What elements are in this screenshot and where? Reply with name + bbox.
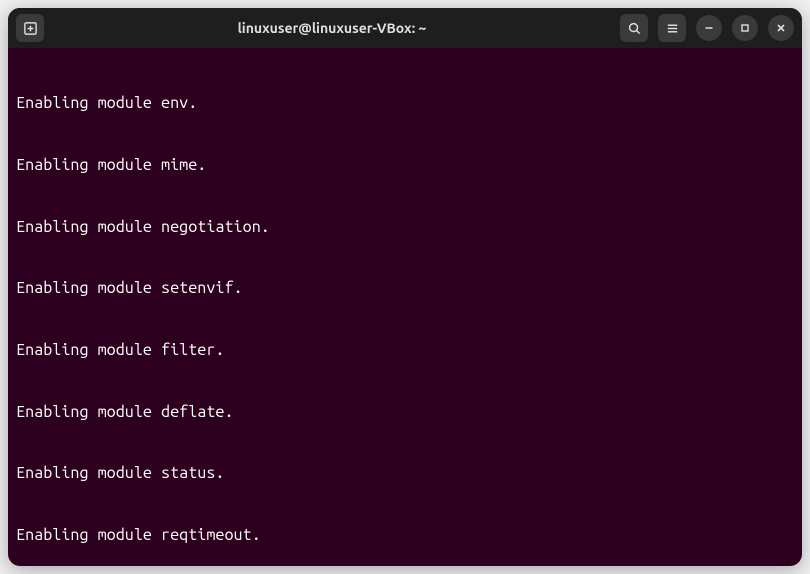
terminal-line: Enabling module deflate. <box>16 402 794 423</box>
terminal-line: Enabling module mime. <box>16 155 794 176</box>
new-tab-button[interactable] <box>16 14 44 42</box>
terminal-line: Enabling module negotiation. <box>16 217 794 238</box>
terminal-line: Enabling module filter. <box>16 340 794 361</box>
minimize-button[interactable] <box>696 15 722 41</box>
terminal-window: linuxuser@linuxuser-VBox: ~ <box>8 8 802 566</box>
titlebar: linuxuser@linuxuser-VBox: ~ <box>8 8 802 48</box>
terminal-line: Enabling module setenvif. <box>16 278 794 299</box>
menu-button[interactable] <box>658 14 686 42</box>
terminal-line: Enabling module env. <box>16 93 794 114</box>
terminal-line: Enabling module reqtimeout. <box>16 525 794 546</box>
terminal-line: Enabling module status. <box>16 463 794 484</box>
window-title: linuxuser@linuxuser-VBox: ~ <box>50 20 614 36</box>
search-button[interactable] <box>620 14 648 42</box>
close-button[interactable] <box>768 15 794 41</box>
terminal-content[interactable]: Enabling module env. Enabling module mim… <box>8 48 802 566</box>
maximize-button[interactable] <box>732 15 758 41</box>
